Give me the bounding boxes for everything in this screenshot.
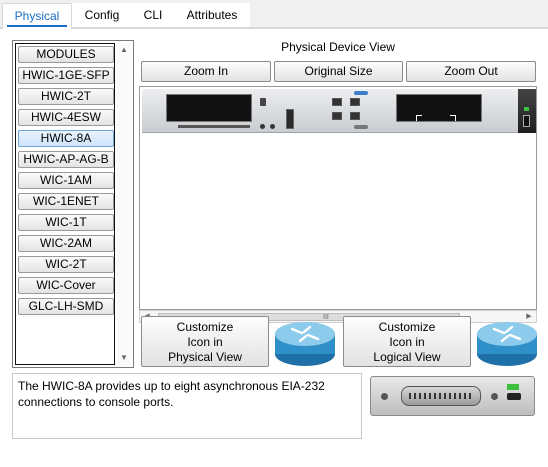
- module-item-hwic-2t[interactable]: HWIC-2T: [18, 88, 114, 105]
- customize-physical-line3: Physical View: [168, 350, 242, 364]
- expansion-slot-0[interactable]: [166, 94, 252, 122]
- lock-icon: [260, 98, 266, 106]
- led-indicator: [270, 124, 275, 129]
- tab-bar: Physical Config CLI Attributes: [0, 0, 548, 29]
- module-item-wic-cover[interactable]: WIC-Cover: [18, 277, 114, 294]
- module-item-wic-1enet[interactable]: WIC-1ENET: [18, 193, 114, 210]
- tab-physical[interactable]: Physical: [2, 3, 72, 29]
- screw-icon: [491, 393, 498, 400]
- tab-attributes-label: Attributes: [186, 8, 238, 22]
- customize-logical-line2: Icon in: [389, 335, 425, 349]
- tab-cli-label: CLI: [143, 8, 163, 22]
- usb-port[interactable]: [286, 109, 294, 129]
- scroll-up-icon[interactable]: ▲: [117, 43, 131, 57]
- tab-physical-label: Physical: [14, 9, 60, 23]
- ethernet-port[interactable]: [332, 112, 342, 120]
- conn-port: [507, 393, 521, 400]
- router-icon: [477, 322, 537, 366]
- ethernet-port[interactable]: [350, 112, 360, 120]
- module-item-wic-2am[interactable]: WIC-2AM: [18, 235, 114, 252]
- module-item-wic-2t[interactable]: WIC-2T: [18, 256, 114, 273]
- tab-config-label: Config: [84, 8, 120, 22]
- aux-port-label: [354, 125, 368, 129]
- module-list-inner: MODULES HWIC-1GE-SFP HWIC-2T HWIC-4ESW H…: [15, 43, 115, 365]
- slot-corner-mark: [416, 115, 422, 121]
- active-tab-indicator: [7, 25, 67, 27]
- router-chassis: [142, 89, 536, 133]
- scroll-down-icon[interactable]: ▼: [117, 351, 131, 365]
- customize-physical-line1: Customize: [176, 320, 234, 334]
- power-switch[interactable]: [523, 115, 530, 127]
- module-item-wic-1t[interactable]: WIC-1T: [18, 214, 114, 231]
- module-item-hwic-1ge-sfp[interactable]: HWIC-1GE-SFP: [18, 67, 114, 84]
- module-item-glc-lh-smd[interactable]: GLC-LH-SMD: [18, 298, 114, 315]
- module-preview-image: [370, 376, 535, 416]
- tab-cli[interactable]: CLI: [132, 3, 174, 27]
- module-description: The HWIC-8A provides up to eight asynchr…: [12, 373, 362, 439]
- module-list: MODULES HWIC-1GE-SFP HWIC-2T HWIC-4ESW H…: [12, 40, 134, 368]
- module-item-wic-1am[interactable]: WIC-1AM: [18, 172, 114, 189]
- slot-label-strip: [178, 125, 250, 128]
- physical-panel: MODULES HWIC-1GE-SFP HWIC-2T HWIC-4ESW H…: [0, 28, 548, 467]
- status-led: [507, 384, 519, 390]
- customize-logical-line1: Customize: [378, 320, 436, 334]
- customize-logical-icon-button[interactable]: Customize Icon in Logical View: [343, 316, 471, 367]
- tab-config[interactable]: Config: [72, 3, 132, 27]
- zoom-out-button[interactable]: Zoom Out: [406, 61, 536, 82]
- module-header[interactable]: MODULES: [18, 46, 114, 63]
- ethernet-port[interactable]: [332, 98, 342, 106]
- ethernet-port[interactable]: [350, 98, 360, 106]
- led-indicator: [260, 124, 265, 129]
- connector-pins: [409, 393, 473, 399]
- module-list-scrollbar[interactable]: ▲ ▼: [117, 43, 131, 365]
- physical-device-view[interactable]: [139, 86, 537, 310]
- customize-physical-icon-button[interactable]: Customize Icon in Physical View: [141, 316, 269, 367]
- slot-corner-mark: [450, 115, 456, 121]
- zoom-in-button[interactable]: Zoom In: [141, 61, 271, 82]
- module-item-hwic-4esw[interactable]: HWIC-4ESW: [18, 109, 114, 126]
- original-size-button[interactable]: Original Size: [274, 61, 403, 82]
- screw-icon: [381, 393, 388, 400]
- power-led: [524, 107, 529, 111]
- physical-view-title: Physical Device View: [281, 40, 395, 54]
- tab-attributes[interactable]: Attributes: [174, 3, 250, 27]
- customize-logical-line3: Logical View: [373, 350, 441, 364]
- console-port-label: [354, 91, 368, 95]
- customize-physical-line2: Icon in: [187, 335, 223, 349]
- expansion-slot-1[interactable]: [396, 94, 482, 122]
- router-icon: [275, 322, 335, 366]
- module-item-hwic-ap-ag-b[interactable]: HWIC-AP-AG-B: [18, 151, 114, 168]
- module-item-hwic-8a[interactable]: HWIC-8A: [18, 130, 114, 147]
